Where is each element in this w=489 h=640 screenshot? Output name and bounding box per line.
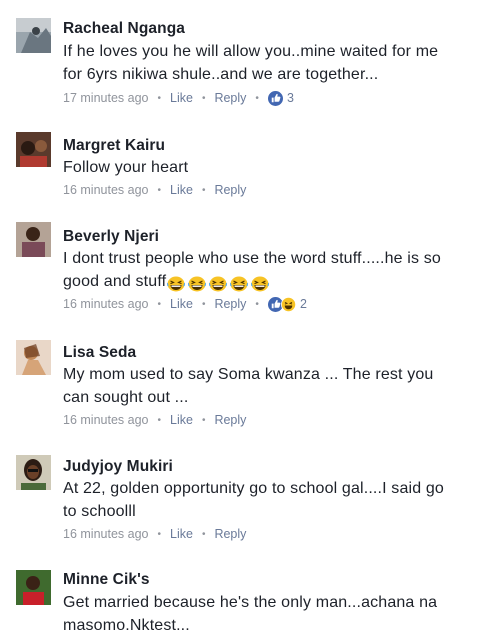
reply-button[interactable]: Reply [214, 527, 246, 541]
like-button[interactable]: Like [170, 183, 193, 197]
separator-dot: • [255, 92, 259, 104]
separator-dot: • [157, 184, 161, 196]
comment-author[interactable]: Margret Kairu [63, 137, 165, 155]
comment-text-line: for 6yrs nikiwa shule..and we are togeth… [63, 66, 379, 83]
avatar[interactable] [16, 222, 51, 257]
timestamp: 16 minutes ago [63, 297, 149, 311]
separator-dot: • [157, 414, 161, 426]
separator-dot: • [201, 298, 206, 310]
separator-dot: • [201, 184, 206, 196]
timestamp: 17 minutes ago [63, 91, 149, 105]
reaction-count: 2 [299, 297, 307, 311]
reaction-summary[interactable]: 3 [267, 90, 294, 106]
avatar[interactable] [16, 570, 51, 605]
comment-author[interactable]: Racheal Nganga [63, 20, 185, 38]
comment-author[interactable]: Beverly Njeri [63, 228, 159, 246]
comment-item: Beverly Njeri I dont trust people who us… [0, 208, 489, 328]
reply-button[interactable]: Reply [214, 183, 246, 197]
comment-text-line: masomo.Nktest... [63, 617, 190, 634]
comment-text: Get married because he's the only man...… [63, 591, 475, 637]
timestamp: 16 minutes ago [63, 527, 149, 541]
avatar[interactable] [16, 340, 51, 375]
comment-text: I dont trust people who use the word stu… [63, 247, 475, 295]
comment-meta: 17 minutes ago • Like • Reply • 3 [63, 90, 294, 106]
comment-text-fragment: good and stuff [63, 273, 167, 290]
like-button[interactable]: Like [170, 527, 193, 541]
separator-dot: • [157, 298, 161, 310]
comment-text-line: At 22, golden opportunity go to school g… [63, 480, 444, 497]
comment-text-line: My mom used to say Soma kwanza ... The r… [63, 366, 434, 383]
comment-meta: 16 minutes ago • Like • Reply [63, 182, 246, 198]
comment-item: Margret Kairu Follow your heart 16 minut… [0, 120, 489, 208]
comment-author[interactable]: Lisa Seda [63, 344, 136, 362]
comment-text: At 22, golden opportunity go to school g… [63, 477, 475, 523]
comment-text-line: good and stuff [63, 270, 475, 295]
laughing-emoji [188, 276, 207, 292]
haha-icon [280, 296, 296, 312]
reply-button[interactable]: Reply [214, 413, 246, 427]
comment-meta: 16 minutes ago • Like • Reply [63, 526, 246, 542]
comment-item: Judyjoy Mukiri At 22, golden opportunity… [0, 443, 489, 558]
comment-text-line: Follow your heart [63, 159, 189, 176]
reaction-summary[interactable]: 2 [267, 296, 307, 312]
like-icon [267, 90, 283, 106]
separator-dot: • [201, 414, 206, 426]
comment-meta: 16 minutes ago • Like • Reply [63, 412, 246, 428]
like-button[interactable]: Like [170, 297, 193, 311]
laughing-emoji [209, 276, 228, 292]
avatar[interactable] [16, 132, 51, 167]
comment-text: My mom used to say Soma kwanza ... The r… [63, 363, 475, 409]
laughing-emoji [251, 276, 270, 292]
comment-text-line: If he loves you he will allow you..mine … [63, 43, 439, 60]
comment-author[interactable]: Judyjoy Mukiri [63, 458, 173, 476]
comment-text-line: can sought out ... [63, 389, 189, 406]
comment-item: Racheal Nganga If he loves you he will a… [0, 0, 489, 120]
comment-text-line: I dont trust people who use the word stu… [63, 250, 441, 267]
reaction-count: 3 [286, 91, 294, 105]
avatar[interactable] [16, 455, 51, 490]
laughing-emoji [167, 276, 186, 292]
separator-dot: • [157, 92, 161, 104]
like-button[interactable]: Like [170, 91, 193, 105]
emoji-row [166, 272, 270, 295]
comment-item: Minne Cik's Get married because he's the… [0, 558, 489, 640]
comment-item: Lisa Seda My mom used to say Soma kwanza… [0, 328, 489, 443]
timestamp: 16 minutes ago [63, 413, 149, 427]
separator-dot: • [255, 298, 259, 310]
laughing-emoji [230, 276, 249, 292]
separator-dot: • [157, 528, 161, 540]
avatar[interactable] [16, 18, 51, 53]
comment-text: Follow your heart [63, 156, 475, 179]
timestamp: 16 minutes ago [63, 183, 149, 197]
comment-text: If he loves you he will allow you..mine … [63, 40, 475, 86]
comment-text-line: to schoolll [63, 503, 136, 520]
reply-button[interactable]: Reply [214, 297, 246, 311]
separator-dot: • [201, 92, 206, 104]
comment-meta: 16 minutes ago • Like • Reply • 2 [63, 296, 307, 312]
comment-author[interactable]: Minne Cik's [63, 571, 150, 589]
separator-dot: • [201, 528, 206, 540]
comment-text-line: Get married because he's the only man...… [63, 594, 438, 611]
reply-button[interactable]: Reply [214, 91, 246, 105]
like-button[interactable]: Like [170, 413, 193, 427]
